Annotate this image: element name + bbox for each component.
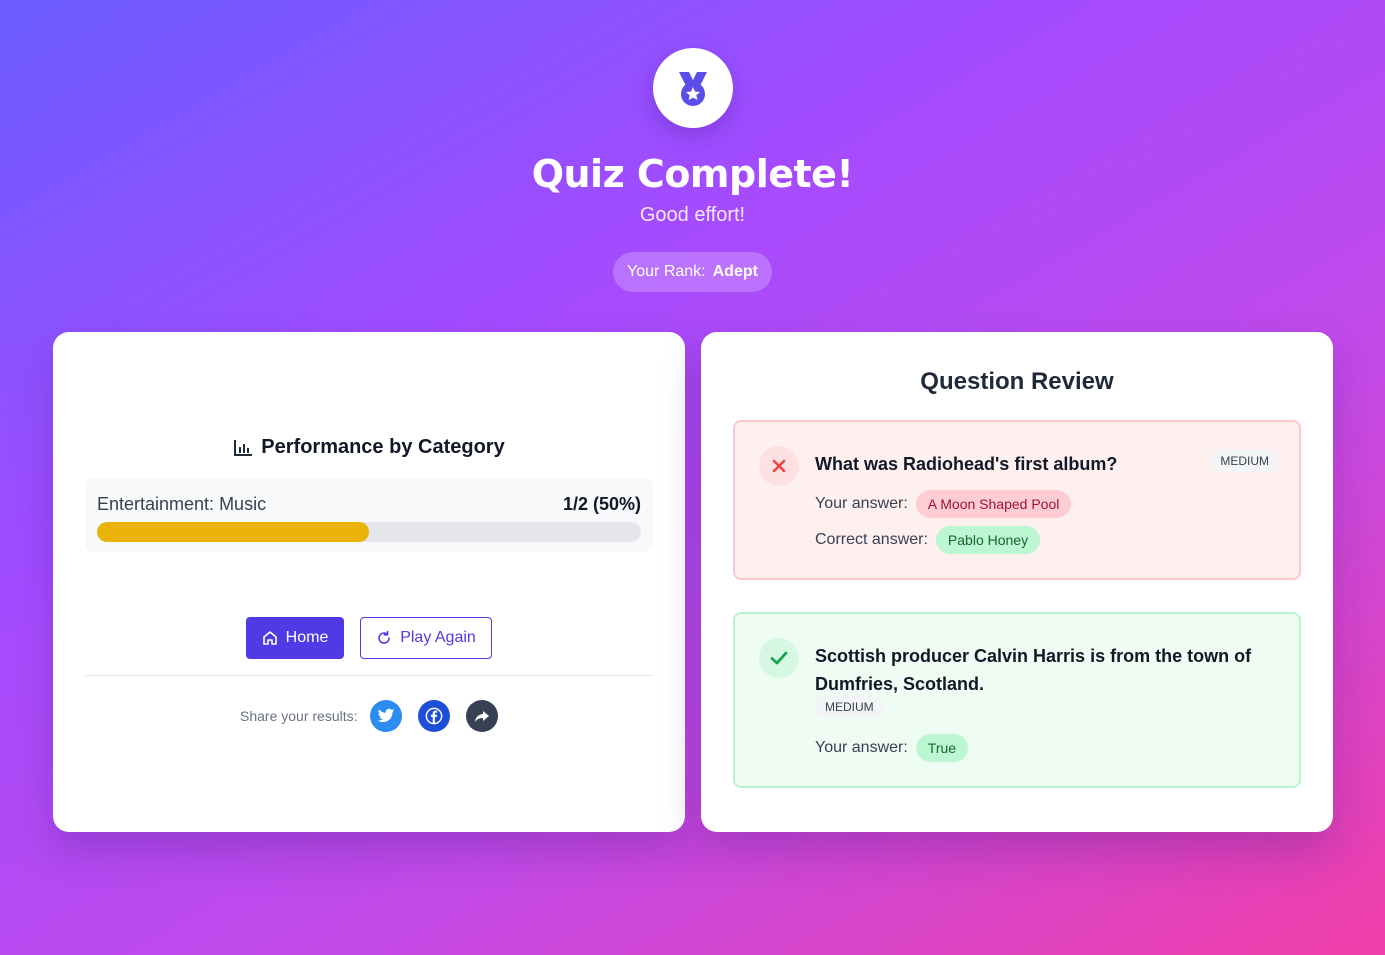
- question-item-incorrect: What was Radiohead's first album? MEDIUM…: [733, 420, 1301, 580]
- rank-label: Your Rank:: [627, 263, 706, 280]
- rank-value: Adept: [712, 263, 758, 280]
- rank-badge: Your Rank: Adept: [613, 252, 772, 292]
- question-review-card: Question Review What was Radiohead's fir…: [701, 332, 1333, 832]
- category-progress-fill: [97, 522, 369, 542]
- difficulty-badge: MEDIUM: [815, 696, 884, 718]
- category-name: Entertainment: Music: [97, 494, 267, 514]
- your-answer-label: Your answer:: [815, 495, 908, 512]
- share-twitter-button[interactable]: [370, 700, 402, 732]
- category-progress-track: [97, 522, 641, 542]
- correct-answer-value: Pablo Honey: [935, 526, 1041, 554]
- share-label: Share your results:: [240, 708, 358, 724]
- your-answer-row: Your answer: A Moon Shaped Pool: [815, 490, 1072, 518]
- refresh-icon: [378, 630, 390, 644]
- share-facebook-button[interactable]: [418, 700, 450, 732]
- medal-icon: [679, 72, 707, 106]
- medal-badge: [653, 48, 733, 128]
- your-answer-label: Your answer:: [815, 739, 908, 756]
- share-icon: [475, 711, 489, 722]
- home-button[interactable]: Home: [246, 617, 344, 659]
- correct-answer-label: Correct answer:: [815, 531, 928, 548]
- bar-chart-icon: [234, 439, 253, 456]
- your-answer-value: A Moon Shaped Pool: [915, 490, 1072, 518]
- your-answer-value: True: [915, 734, 969, 762]
- question-text: What was Radiohead's first album?: [815, 454, 1118, 474]
- difficulty-badge: MEDIUM: [1210, 450, 1279, 472]
- incorrect-status: [759, 446, 799, 486]
- result-message: Good effort!: [639, 204, 746, 226]
- home-button-label: Home: [285, 629, 329, 646]
- category-score: 1/2 (50%): [562, 494, 641, 514]
- home-icon: [262, 631, 277, 645]
- category-row: Entertainment: Music 1/2 (50%): [85, 478, 653, 552]
- divider: [85, 675, 653, 676]
- question-text: Scottish producer Calvin Harris is from …: [815, 646, 1252, 694]
- play-again-button[interactable]: Play Again: [360, 617, 492, 659]
- question-item-correct: Scottish producer Calvin Harris is from …: [733, 612, 1301, 788]
- close-icon: [772, 459, 786, 473]
- correct-status: [759, 638, 799, 678]
- review-title: Question Review: [920, 368, 1114, 395]
- play-again-label: Play Again: [400, 629, 476, 646]
- share-link-button[interactable]: [466, 700, 498, 732]
- performance-card: Performance by Category Entertainment: M…: [53, 332, 685, 832]
- twitter-icon: [377, 708, 395, 723]
- your-answer-row: Your answer: True: [815, 734, 969, 762]
- page-title: Quiz Complete!: [531, 152, 854, 196]
- facebook-icon: [425, 707, 443, 725]
- check-icon: [770, 651, 788, 665]
- performance-title: Performance by Category: [261, 436, 505, 458]
- performance-heading: Performance by Category: [53, 436, 685, 459]
- correct-answer-row: Correct answer: Pablo Honey: [815, 526, 1041, 554]
